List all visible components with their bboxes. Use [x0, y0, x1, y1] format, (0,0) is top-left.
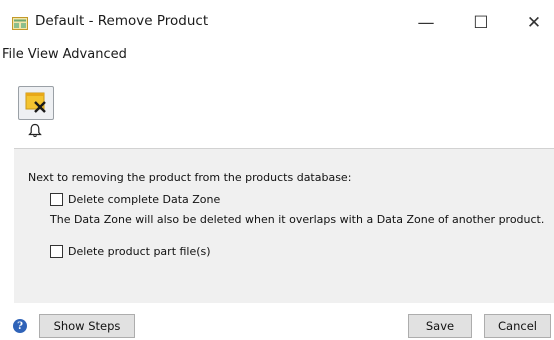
delete-part-files-option[interactable]: Delete product part file(s)	[50, 245, 211, 258]
help-icon[interactable]: ?	[13, 319, 27, 333]
remove-product-button[interactable]	[18, 86, 54, 120]
menu-view[interactable]: View	[28, 47, 63, 69]
window-title: Default - Remove Product	[35, 13, 209, 29]
delete-part-files-label: Delete product part file(s)	[68, 245, 211, 258]
bell-icon[interactable]	[28, 123, 42, 138]
delete-data-zone-label: Delete complete Data Zone	[68, 193, 221, 206]
menu-file[interactable]: File	[0, 47, 28, 69]
maximize-icon: ☐	[473, 13, 489, 33]
delete-data-zone-checkbox[interactable]	[50, 193, 63, 206]
minimize-icon: —	[417, 13, 435, 33]
data-zone-note: The Data Zone will also be deleted when …	[50, 213, 545, 226]
close-button[interactable]: ✕	[514, 8, 554, 38]
maximize-button[interactable]: ☐	[461, 8, 501, 38]
save-button[interactable]: Save	[408, 314, 472, 338]
minimize-button[interactable]: —	[406, 8, 446, 38]
delete-data-zone-option[interactable]: Delete complete Data Zone	[50, 193, 220, 206]
remove-product-icon	[25, 92, 46, 113]
help-glyph: ?	[17, 320, 23, 332]
close-icon: ✕	[526, 13, 542, 33]
menu-advanced[interactable]: Advanced	[63, 47, 131, 69]
menu-bar: File View Advanced	[0, 47, 131, 69]
intro-text: Next to removing the product from the pr…	[28, 171, 352, 184]
cancel-button[interactable]: Cancel	[484, 314, 551, 338]
delete-part-files-checkbox[interactable]	[50, 245, 63, 258]
app-window-icon	[12, 17, 28, 30]
title-bar: Default - Remove Product — ☐ ✕	[0, 0, 554, 44]
footer-bar: ? Show Steps Save Cancel	[0, 304, 554, 340]
show-steps-button[interactable]: Show Steps	[39, 314, 135, 338]
options-panel: Next to removing the product from the pr…	[14, 148, 554, 303]
